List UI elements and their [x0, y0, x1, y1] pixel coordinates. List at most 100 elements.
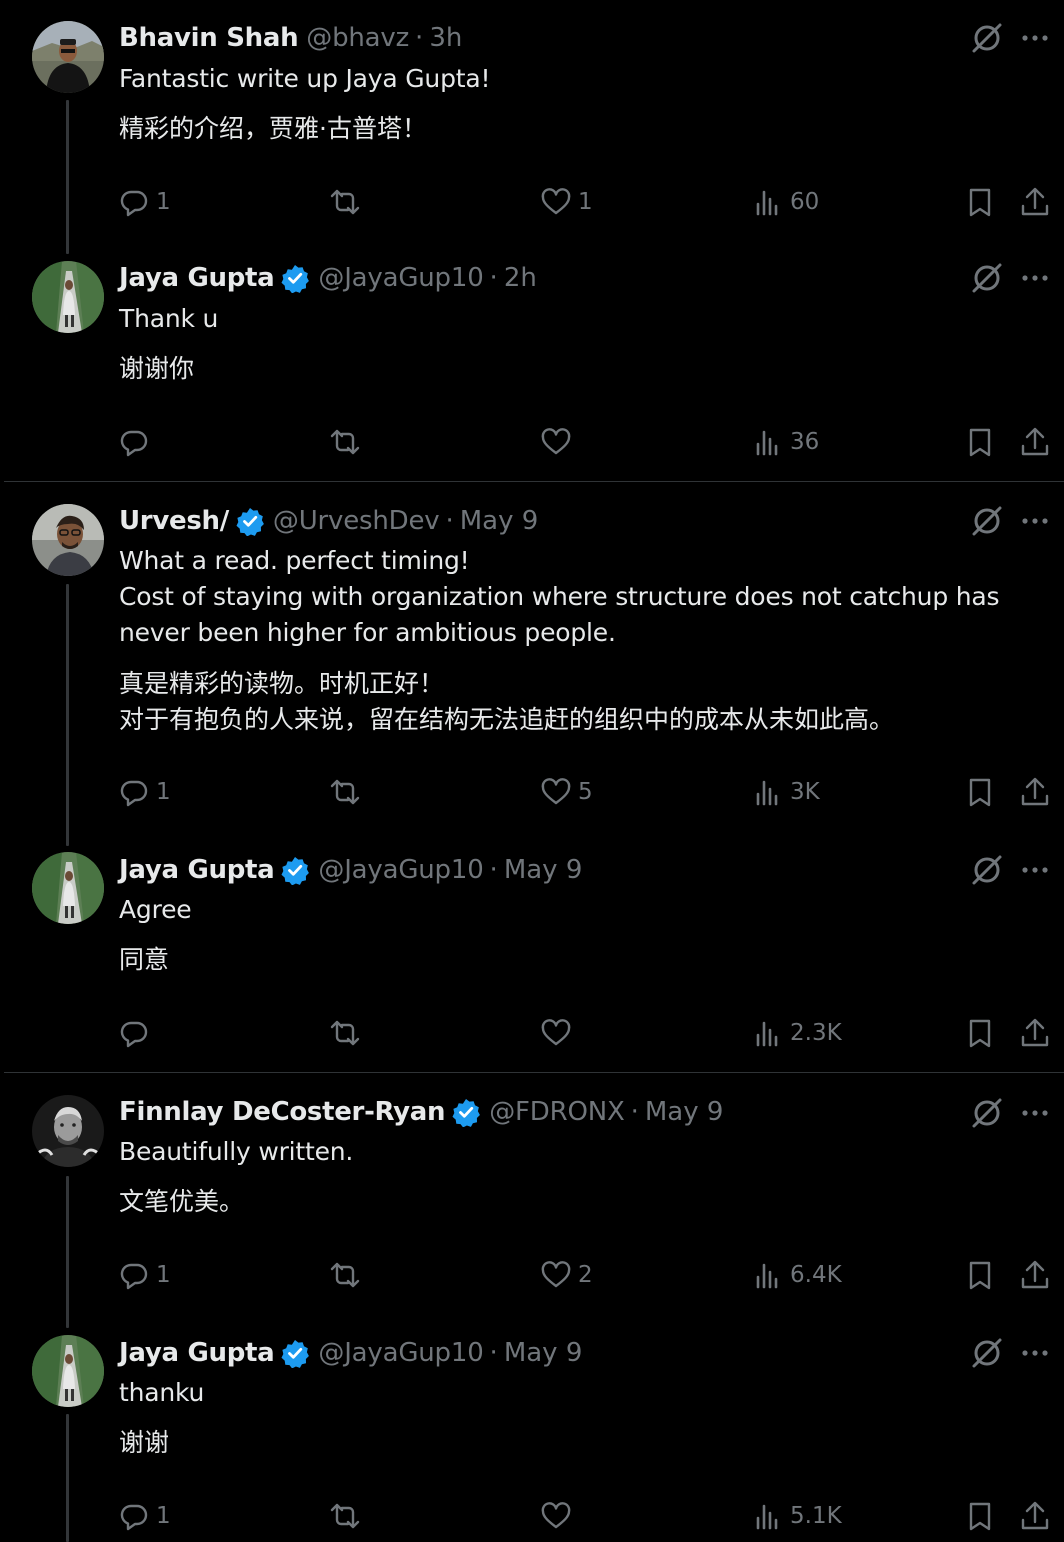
- grok-icon[interactable]: [969, 1335, 1005, 1371]
- timestamp[interactable]: May 9: [460, 504, 539, 538]
- like-count: 5: [578, 779, 593, 805]
- bookmark-button[interactable]: [964, 1255, 996, 1295]
- display-name[interactable]: Jaya Gupta: [119, 1336, 275, 1370]
- timestamp[interactable]: May 9: [504, 853, 583, 887]
- user-handle[interactable]: @FDRONX: [489, 1095, 625, 1129]
- reply-button[interactable]: 1: [118, 1496, 171, 1536]
- more-options-icon[interactable]: [1018, 1096, 1052, 1130]
- bookmark-button[interactable]: [964, 182, 996, 222]
- reply-tweet[interactable]: Jaya Gupta @JayaGup10 · 2h Thank u 谢谢你 3…: [0, 240, 1064, 480]
- share-button[interactable]: [1019, 1496, 1051, 1536]
- views-button[interactable]: 3K: [752, 772, 820, 812]
- dot-separator: ·: [445, 506, 454, 536]
- display-name[interactable]: Bhavin Shah: [119, 21, 299, 55]
- heart-icon: [541, 428, 571, 455]
- bookmark-icon: [969, 1502, 991, 1531]
- reply-button[interactable]: 1: [118, 182, 171, 222]
- like-button[interactable]: [540, 1013, 578, 1053]
- grok-icon[interactable]: [969, 503, 1005, 539]
- bookmark-icon: [969, 1019, 991, 1048]
- reply-icon: [120, 1021, 148, 1048]
- user-handle[interactable]: @JayaGup10: [318, 1336, 483, 1370]
- share-button[interactable]: [1019, 1013, 1051, 1053]
- bookmark-button[interactable]: [964, 422, 996, 462]
- grok-icon[interactable]: [969, 20, 1005, 56]
- grok-icon[interactable]: [969, 260, 1005, 296]
- dot-separator: ·: [489, 1338, 498, 1368]
- views-button[interactable]: 2.3K: [752, 1013, 842, 1053]
- retweet-icon: [330, 189, 360, 215]
- like-button[interactable]: [540, 1496, 578, 1536]
- retweet-button[interactable]: [329, 772, 367, 812]
- display-name[interactable]: Urvesh/: [119, 504, 229, 538]
- reply-button[interactable]: [118, 1013, 156, 1053]
- bookmark-button[interactable]: [964, 1496, 996, 1536]
- bookmark-button[interactable]: [964, 772, 996, 812]
- reply-button[interactable]: 1: [118, 772, 171, 812]
- reply-button[interactable]: [118, 422, 156, 462]
- timestamp[interactable]: May 9: [645, 1095, 724, 1129]
- reply-tweet[interactable]: Urvesh/ @UrveshDev · May 9 What a read. …: [0, 482, 1064, 832]
- bookmark-button[interactable]: [964, 1013, 996, 1053]
- bookmark-icon: [969, 1261, 991, 1290]
- reply-tweet[interactable]: Bhavin Shah @bhavz · 3h Fantastic write …: [0, 0, 1064, 240]
- user-handle[interactable]: @JayaGup10: [318, 261, 483, 295]
- more-options-icon[interactable]: [1018, 853, 1052, 887]
- reply-button[interactable]: 1: [118, 1255, 171, 1295]
- tweet-text: Beautifully written.: [119, 1137, 354, 1166]
- like-button[interactable]: 2: [540, 1255, 593, 1295]
- user-handle[interactable]: @bhavz: [306, 21, 409, 55]
- views-button[interactable]: 6.4K: [752, 1255, 842, 1295]
- tweet-text: Thank u: [119, 304, 219, 333]
- share-button[interactable]: [1019, 772, 1051, 812]
- display-name[interactable]: Jaya Gupta: [119, 261, 275, 295]
- verified-badge-icon: [281, 265, 310, 293]
- user-handle[interactable]: @UrveshDev: [273, 504, 440, 538]
- reply-tweet[interactable]: Finnlay DeCoster-Ryan @FDRONX · May 9 Be…: [0, 1073, 1064, 1315]
- like-button[interactable]: [540, 422, 578, 462]
- action-bar: 1 5 3K: [0, 772, 1064, 812]
- grok-icon[interactable]: [969, 1095, 1005, 1131]
- reply-icon: [120, 780, 148, 807]
- views-button[interactable]: 5.1K: [752, 1496, 842, 1536]
- user-handle[interactable]: @JayaGup10: [318, 853, 483, 887]
- retweet-button[interactable]: [329, 1255, 367, 1295]
- tweet-translation: 精彩的介绍，贾雅·古普塔！: [119, 114, 427, 143]
- timestamp[interactable]: May 9: [504, 1336, 583, 1370]
- reply-tweet[interactable]: Jaya Gupta @JayaGup10 · May 9 thanku 谢谢 …: [0, 1315, 1064, 1542]
- share-button[interactable]: [1019, 422, 1051, 462]
- retweet-button[interactable]: [329, 422, 367, 462]
- more-options-icon[interactable]: [1018, 504, 1052, 538]
- retweet-button[interactable]: [329, 1496, 367, 1536]
- timestamp[interactable]: 3h: [429, 21, 462, 55]
- more-options-icon[interactable]: [1018, 21, 1052, 55]
- like-button[interactable]: 5: [540, 772, 593, 812]
- grok-icon[interactable]: [969, 852, 1005, 888]
- like-button[interactable]: 1: [540, 182, 593, 222]
- views-icon: [756, 1504, 778, 1530]
- more-options-icon[interactable]: [1018, 1336, 1052, 1370]
- avatar[interactable]: [32, 261, 104, 333]
- reply-count: 1: [156, 189, 171, 215]
- retweet-button[interactable]: [329, 1013, 367, 1053]
- timestamp[interactable]: 2h: [504, 261, 537, 295]
- share-button[interactable]: [1019, 182, 1051, 222]
- more-options-icon[interactable]: [1018, 261, 1052, 295]
- views-button[interactable]: 60: [752, 182, 819, 222]
- views-icon: [756, 430, 778, 456]
- avatar[interactable]: [32, 852, 104, 924]
- views-button[interactable]: 36: [752, 422, 819, 462]
- avatar[interactable]: [32, 504, 104, 576]
- translation-line: 真是精彩的读物。时机正好！: [119, 669, 445, 698]
- reply-tweet[interactable]: Jaya Gupta @JayaGup10 · May 9 Agree 同意 2…: [0, 832, 1064, 1072]
- reply-icon: [120, 1263, 148, 1290]
- verified-badge-icon: [281, 857, 310, 885]
- views-icon: [756, 780, 778, 806]
- share-button[interactable]: [1019, 1255, 1051, 1295]
- avatar[interactable]: [32, 21, 104, 93]
- retweet-button[interactable]: [329, 182, 367, 222]
- display-name[interactable]: Jaya Gupta: [119, 853, 275, 887]
- display-name[interactable]: Finnlay DeCoster-Ryan: [119, 1095, 446, 1129]
- avatar[interactable]: [32, 1335, 104, 1407]
- avatar[interactable]: [32, 1095, 104, 1167]
